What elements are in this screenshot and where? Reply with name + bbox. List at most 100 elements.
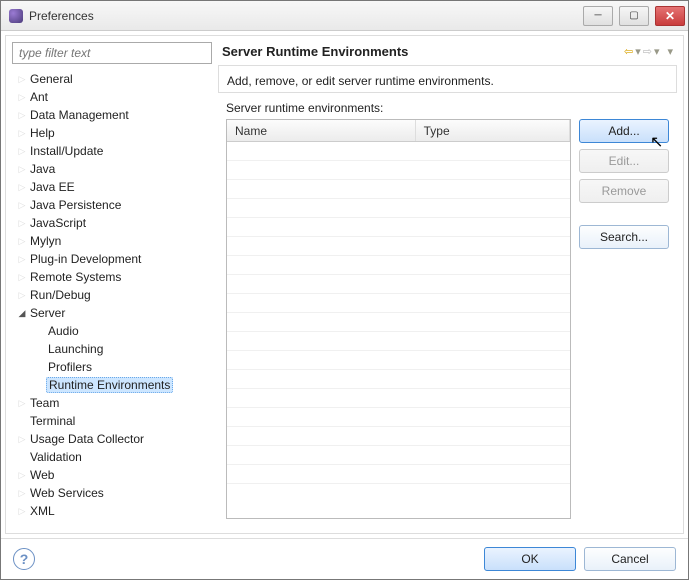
tree-item-label: Install/Update — [28, 144, 105, 158]
dialog-body: ▷General▷Ant▷Data Management▷Help▷Instal… — [5, 35, 684, 534]
minimize-button[interactable]: ─ — [583, 6, 613, 26]
tree-item-label: Terminal — [28, 414, 77, 428]
window-title-text: Preferences — [29, 9, 94, 23]
back-menu-icon[interactable]: ▾ — [635, 45, 641, 58]
tree-item-label: Data Management — [28, 108, 131, 122]
tree-item[interactable]: ▷Java Persistence — [12, 196, 212, 214]
tree-item[interactable]: ▷Java EE — [12, 178, 212, 196]
chevron-right-icon[interactable]: ▷ — [16, 398, 28, 409]
chevron-right-icon[interactable]: ▷ — [16, 254, 28, 265]
chevron-right-icon[interactable]: ▷ — [16, 272, 28, 283]
chevron-right-icon[interactable]: ▷ — [16, 218, 28, 229]
table-row — [227, 294, 570, 313]
tree-item-label: Java Persistence — [28, 198, 123, 212]
close-button[interactable]: ✕ — [655, 6, 685, 26]
chevron-down-icon[interactable]: ◢ — [16, 308, 28, 319]
tree-item[interactable]: ▷Ant — [12, 88, 212, 106]
chevron-right-icon[interactable]: ▷ — [16, 110, 28, 121]
table-row — [227, 199, 570, 218]
cancel-button[interactable]: Cancel — [584, 547, 676, 571]
tree-item-label: Team — [28, 396, 61, 410]
tree-item[interactable]: Launching — [12, 340, 212, 358]
tree-item[interactable]: ▷Usage Data Collector — [12, 430, 212, 448]
table-row — [227, 427, 570, 446]
tree-item[interactable]: ▷Install/Update — [12, 142, 212, 160]
tree-item[interactable]: ▷JavaScript — [12, 214, 212, 232]
table-row — [227, 465, 570, 484]
tree-item[interactable]: ▷General — [12, 70, 212, 88]
action-buttons: Add... Edit... Remove Search... — [579, 119, 669, 519]
tree-item[interactable]: ▷Web Services — [12, 484, 212, 502]
tree-item-label: Java — [28, 162, 57, 176]
tree-item[interactable]: ▷Plug-in Development — [12, 250, 212, 268]
chevron-right-icon[interactable]: ▷ — [16, 506, 28, 517]
tree-item[interactable]: ▷Data Management — [12, 106, 212, 124]
table-row — [227, 142, 570, 161]
chevron-right-icon[interactable]: ▷ — [16, 470, 28, 481]
nav-toolbar: ⇦ ▾ ⇨ ▾ ▾ — [624, 45, 673, 58]
help-icon[interactable]: ? — [13, 548, 35, 570]
table-row — [227, 332, 570, 351]
chevron-right-icon[interactable]: ▷ — [16, 290, 28, 301]
preference-tree[interactable]: ▷General▷Ant▷Data Management▷Help▷Instal… — [12, 68, 212, 527]
chevron-right-icon[interactable]: ▷ — [16, 488, 28, 499]
tree-item-label: Web — [28, 468, 56, 482]
chevron-right-icon[interactable]: ▷ — [16, 128, 28, 139]
chevron-right-icon[interactable]: ▷ — [16, 92, 28, 103]
table-row — [227, 389, 570, 408]
chevron-right-icon[interactable]: ▷ — [16, 74, 28, 85]
forward-icon[interactable]: ⇨ — [643, 45, 652, 58]
table-row — [227, 180, 570, 199]
tree-item[interactable]: ▷Mylyn — [12, 232, 212, 250]
filter-input[interactable] — [12, 42, 212, 64]
tree-item-label: Web Services — [28, 486, 106, 500]
tree-item-label: Remote Systems — [28, 270, 123, 284]
chevron-right-icon[interactable]: ▷ — [16, 200, 28, 211]
maximize-button[interactable]: ▢ — [619, 6, 649, 26]
tree-item[interactable]: ▷Team — [12, 394, 212, 412]
tree-item-label: General — [28, 72, 75, 86]
runtime-table[interactable]: Name Type — [226, 119, 571, 519]
tree-item[interactable]: ▷XML — [12, 502, 212, 520]
tree-item-label: Run/Debug — [28, 288, 93, 302]
chevron-right-icon[interactable]: ▷ — [16, 146, 28, 157]
search-button[interactable]: Search... — [579, 225, 669, 249]
tree-item-label: Server — [28, 306, 67, 320]
chevron-right-icon[interactable]: ▷ — [16, 182, 28, 193]
ok-button[interactable]: OK — [484, 547, 576, 571]
table-row — [227, 351, 570, 370]
tree-item-label: Audio — [46, 324, 81, 338]
tree-item[interactable]: Profilers — [12, 358, 212, 376]
tree-item[interactable]: ▷Help — [12, 124, 212, 142]
main-header: Server Runtime Environments ⇦ ▾ ⇨ ▾ ▾ — [218, 42, 677, 65]
chevron-right-icon[interactable]: ▷ — [16, 236, 28, 247]
table-row — [227, 256, 570, 275]
tree-item[interactable]: ▷Java — [12, 160, 212, 178]
tree-item[interactable]: ▷Run/Debug — [12, 286, 212, 304]
table-row — [227, 237, 570, 256]
main-panel: Server Runtime Environments ⇦ ▾ ⇨ ▾ ▾ Ad… — [218, 42, 677, 527]
sidebar: ▷General▷Ant▷Data Management▷Help▷Instal… — [12, 42, 212, 527]
back-icon[interactable]: ⇦ — [624, 45, 633, 58]
tree-item[interactable]: ▷Web — [12, 466, 212, 484]
column-name[interactable]: Name — [227, 120, 416, 141]
table-row — [227, 161, 570, 180]
tree-item-label: Usage Data Collector — [28, 432, 146, 446]
tree-item-label: Runtime Environments — [46, 377, 173, 393]
window-title: Preferences — [9, 9, 94, 23]
forward-menu-icon[interactable]: ▾ — [654, 45, 660, 58]
chevron-right-icon[interactable]: ▷ — [16, 434, 28, 445]
table-header: Name Type — [227, 120, 570, 142]
tree-item[interactable]: Terminal — [12, 412, 212, 430]
column-type[interactable]: Type — [416, 120, 570, 141]
tree-item[interactable]: Runtime Environments — [12, 376, 212, 394]
tree-item[interactable]: Validation — [12, 448, 212, 466]
chevron-right-icon[interactable]: ▷ — [16, 164, 28, 175]
content-row: Name Type — [218, 119, 677, 527]
tree-item[interactable]: Audio — [12, 322, 212, 340]
view-menu-icon[interactable]: ▾ — [667, 45, 673, 58]
tree-item[interactable]: ▷Remote Systems — [12, 268, 212, 286]
tree-item[interactable]: ◢Server — [12, 304, 212, 322]
add-button[interactable]: Add... — [579, 119, 669, 143]
tree-item-label: Ant — [28, 90, 50, 104]
